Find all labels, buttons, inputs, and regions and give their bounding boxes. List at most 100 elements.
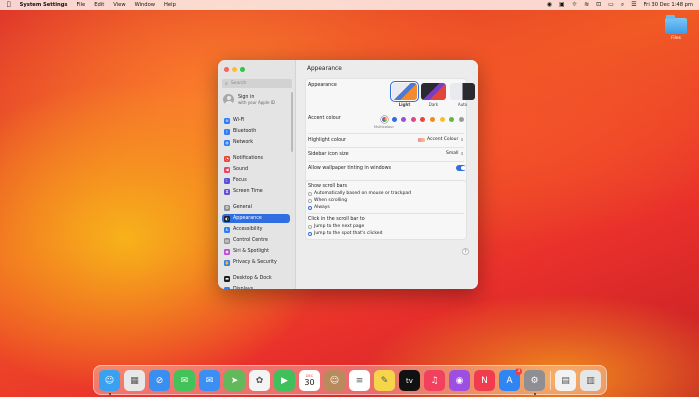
facetime-icon[interactable]: ▶ [274,370,295,391]
sidebar-item-network[interactable]: ◍ Network [222,138,290,147]
podcasts-icon[interactable]: ◉ [449,370,470,391]
sign-in-item[interactable]: Sign in with your Apple ID [223,94,275,105]
sidebar: ⌕ Search Sign in with your Apple ID ≋ Wi-… [218,60,296,289]
sidebar-item-label: Bluetooth [233,129,257,134]
messages-icon[interactable]: ✉ [174,370,195,391]
reminders-icon[interactable]: ≡ [349,370,370,391]
calendar-icon[interactable]: DEC 30 [299,370,320,391]
accent-swatch[interactable] [401,117,407,122]
menu-help[interactable]: Help [164,2,176,8]
music-icon[interactable]: ♫ [424,370,445,391]
dock-separator [550,371,551,390]
menu-file[interactable]: File [77,2,86,8]
mode-dark-thumb[interactable] [421,83,446,100]
contacts-icon[interactable]: ☺ [324,370,345,391]
mail-icon[interactable]: ✉ [199,370,220,391]
sidebar-item-label: Focus [233,178,247,183]
menu-bar:  System Settings File Edit View Window … [0,0,699,10]
lock-icon[interactable]: ⊡ [596,0,601,10]
sidebar-item-siri-spotlight[interactable]: ◉ Siri & Spotlight [222,247,290,256]
sidebar-item-bluetooth[interactable]: ᛒ Bluetooth [222,127,290,136]
notes-icon[interactable]: ✎ [374,370,395,391]
search-field[interactable]: ⌕ Search [222,79,292,88]
camera-icon[interactable]: ▣ [559,0,565,10]
click-radio-next-page[interactable]: Jump to the next page [308,224,364,229]
dock: ☺ ▦ ⊘ ✉ ✉ ➤ ✿ ▶ DEC 30 ☺ ≡ ✎ tv ♫ ◉ N A 3 ⚙ ▤ ▥ [93,365,607,395]
menu-clock[interactable]: Fri 30 Dec 1:48 pm [644,2,693,8]
system-settings-window: ⌕ Search Sign in with your Apple ID ≋ Wi-… [218,60,478,289]
sidebar-item-desktop-dock[interactable]: ▬ Desktop & Dock [222,274,290,283]
sidebar-item-wi-fi[interactable]: ≋ Wi-Fi [222,116,290,125]
wifi-icon[interactable]: ≋ [584,0,589,10]
close-button[interactable] [224,67,229,72]
sidebar-item-accessibility[interactable]: ♿ Accessibility [222,225,290,234]
battery-icon[interactable]: ▭ [608,0,614,10]
accent-swatch[interactable] [430,117,435,122]
menu-window[interactable]: Window [135,2,155,8]
click-radio-spot[interactable]: Jump to the spot that's clicked [308,231,382,236]
menu-view[interactable]: View [113,2,125,8]
notification-badge: 3 [515,368,522,375]
scroll-radio-always[interactable]: Always [308,205,330,210]
highlight-value: Accent Colour [427,137,459,142]
news-icon[interactable]: N [474,370,495,391]
photos-icon[interactable]: ✿ [249,370,270,391]
sidebar-item-screen-time[interactable]: ⧗ Screen Time [222,187,290,196]
record-icon[interactable]: ◉ [547,0,552,10]
sidebar-item-label: Control Centre [233,238,268,243]
menu-app-name[interactable]: System Settings [20,2,68,8]
accent-swatch[interactable] [439,117,445,122]
accent-swatch[interactable] [458,117,464,122]
mode-light-thumb[interactable] [390,81,419,102]
accent-caption: Multicolour [374,125,394,129]
running-indicator [108,393,111,395]
trash-icon[interactable]: ▥ [580,370,601,391]
search-icon[interactable]: ⌕ [621,0,624,10]
sidebar-scrollbar[interactable] [291,92,293,152]
moon-icon: ☾ [224,177,230,184]
menu-edit[interactable]: Edit [94,2,104,8]
calendar-day: 30 [304,377,315,387]
help-button[interactable]: ? [462,248,469,255]
scroll-radio-scrolling[interactable]: When scrolling [308,198,347,203]
sidebar-item-appearance[interactable]: ◐ Appearance [222,214,290,223]
highlight-colour-select[interactable]: Accent Colour ⇕ [418,137,464,142]
accent-swatch[interactable] [420,117,426,122]
page-title: Appearance [307,66,342,72]
accent-swatch[interactable] [449,117,455,122]
sidebar-item-control-centre[interactable]: ▤ Control Centre [222,236,290,245]
mode-auto-thumb[interactable] [450,83,475,100]
app-store-icon[interactable]: A3 [499,368,522,391]
sidebar-item-privacy-security[interactable]: ✋ Privacy & Security [222,258,290,267]
sidebar-icon-size-select[interactable]: Small ⇕ [446,151,464,156]
system-settings-icon[interactable]: ⚙ [524,370,545,391]
avatar-icon [223,94,234,105]
launchpad-icon[interactable]: ▦ [124,370,145,391]
chevron-updown-icon: ⇕ [460,137,464,142]
zoom-button[interactable] [240,67,245,72]
desktop-folder[interactable]: Files [663,15,689,41]
wallpaper-tinting-toggle[interactable] [456,165,466,171]
sidebar-item-label: Privacy & Security [233,260,277,265]
scroll-radio-auto[interactable]: Automatically based on mouse or trackpad [308,191,411,196]
dock-icon: ▬ [224,275,230,282]
control-center-icon[interactable]: ☰ [631,0,636,10]
sidebar-item-general[interactable]: ⚙ General [222,203,290,212]
safari-icon[interactable]: ⊘ [149,370,170,391]
sidebar-item-displays[interactable]: ▭Displays [222,285,290,289]
minimize-button[interactable] [232,67,237,72]
finder-icon[interactable]: ☺ [99,370,120,391]
accent-swatch[interactable] [382,117,387,122]
apple-icon[interactable]:  [7,0,11,10]
accent-swatch[interactable] [410,117,416,122]
sidebar-item-sound[interactable]: ◀ Sound [222,165,290,174]
maps-icon[interactable]: ➤ [224,370,245,391]
divider [308,133,464,134]
sidebar-item-focus[interactable]: ☾ Focus [222,176,290,185]
sidebar-item-label: Wi-Fi [233,118,245,123]
preview-icon[interactable]: ▤ [555,370,576,391]
sidebar-item-notifications[interactable]: ◔ Notifications [222,154,290,163]
tv-icon[interactable]: tv [399,370,420,391]
accent-swatch[interactable] [391,117,397,122]
sun-icon[interactable]: ☼ [572,0,577,10]
